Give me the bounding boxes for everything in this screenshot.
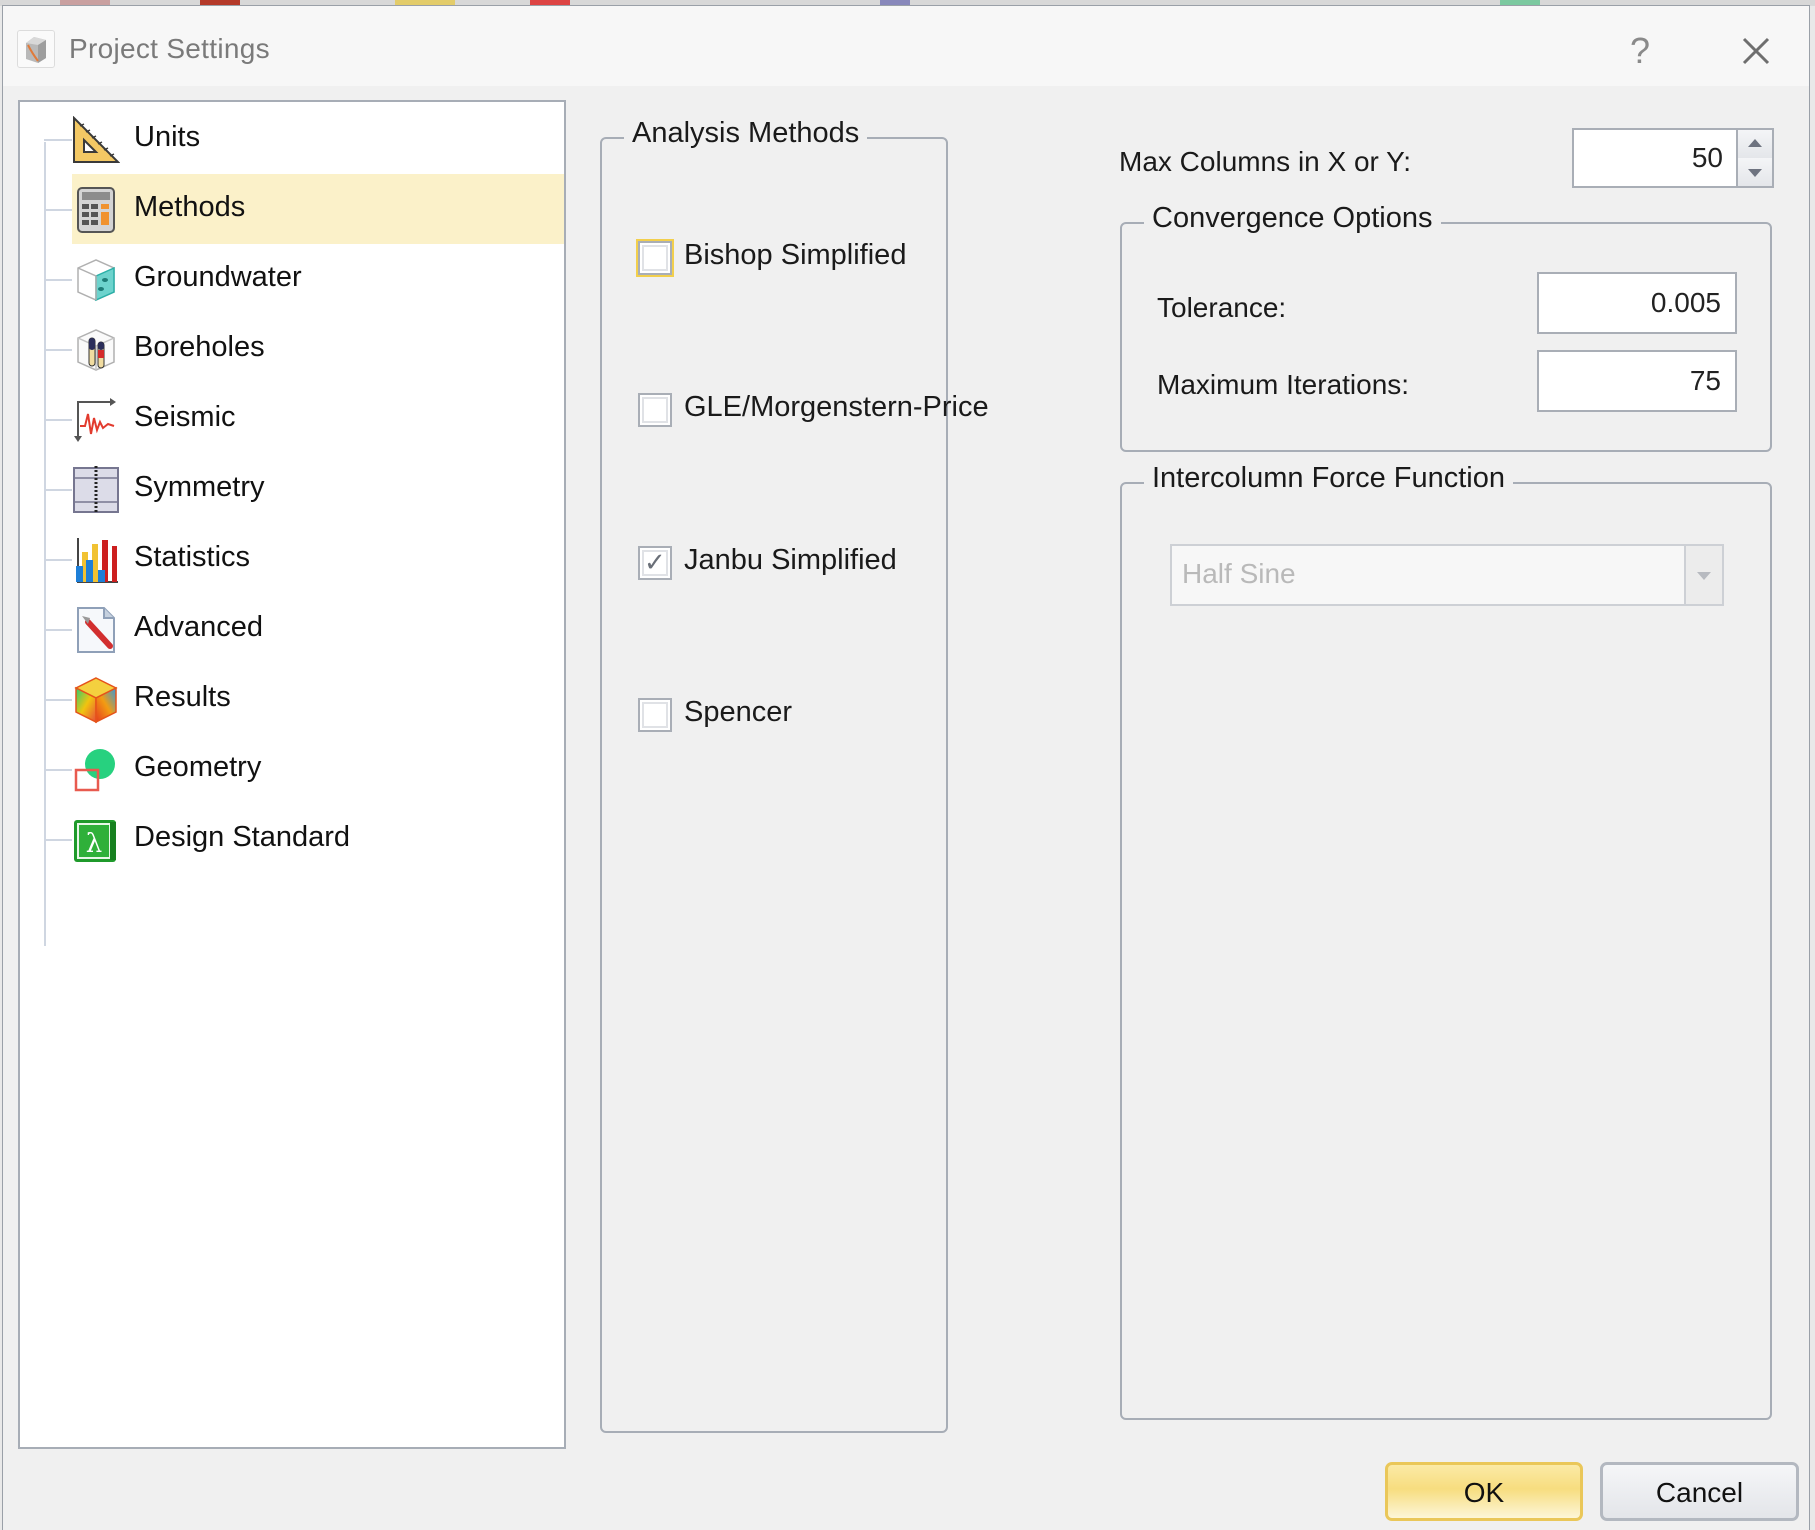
chevron-down-icon (1697, 572, 1711, 580)
lambda-book-icon: λ (74, 820, 116, 862)
checkbox-box[interactable] (636, 239, 674, 277)
sidebar-item-geometry[interactable]: Geometry (20, 734, 564, 804)
intercolumn-force-function-title: Intercolumn Force Function (1144, 462, 1513, 495)
max-columns-spinner (1736, 128, 1774, 188)
sidebar-item-label: Advanced (134, 611, 263, 643)
tree-branch-line (44, 279, 72, 281)
bar-chart-icon (76, 538, 118, 583)
title-bar: Project Settings ? (3, 6, 1809, 86)
calculator-icon (77, 187, 115, 233)
tree-branch-line (44, 489, 72, 491)
dropdown-button[interactable] (1684, 546, 1722, 604)
max-iterations-label: Maximum Iterations: (1157, 369, 1410, 400)
checkbox-box[interactable]: ✓ (638, 546, 672, 580)
tree-branch-line (44, 839, 72, 841)
max-columns-input[interactable]: 50 (1572, 128, 1739, 188)
spin-down-button[interactable] (1738, 158, 1772, 186)
tree-branch-line (44, 769, 72, 771)
project-settings-icon (17, 30, 55, 68)
sidebar-item-label: Results (134, 681, 231, 713)
tree-branch-line (44, 699, 72, 701)
checkbox-label: Janbu Simplified (684, 544, 897, 576)
sidebar-item-methods[interactable]: Methods (20, 174, 564, 244)
seismic-wave-icon (74, 398, 116, 442)
sidebar-item-label: Seismic (134, 401, 236, 433)
settings-tree: Units Methods Groundwater Boreholes Seis… (18, 100, 566, 1449)
spin-up-button[interactable] (1738, 130, 1772, 159)
dialog-title: Project Settings (69, 33, 270, 64)
sidebar-item-statistics[interactable]: Statistics (20, 524, 564, 594)
max-columns-label: Max Columns in X or Y: (1119, 146, 1412, 177)
sidebar-item-label: Geometry (134, 751, 262, 783)
max-iterations-input[interactable]: 75 (1537, 350, 1737, 412)
sidebar-item-label: Units (134, 121, 201, 153)
sidebar-item-label: Boreholes (134, 331, 265, 363)
checkbox-label: Bishop Simplified (684, 239, 907, 271)
sidebar-item-label: Symmetry (134, 471, 265, 503)
borehole-cube-icon (77, 329, 115, 371)
sidebar-item-label: Design Standard (134, 821, 351, 853)
arrow-down-icon (1748, 169, 1762, 177)
set-square-ruler-icon (73, 116, 120, 163)
geometry-shapes-icon (74, 749, 115, 792)
sidebar-item-results[interactable]: Results (20, 664, 564, 734)
sidebar-item-seismic[interactable]: Seismic (20, 384, 564, 454)
checkbox-bishop-simplified[interactable]: Bishop Simplified (636, 239, 938, 279)
help-button[interactable]: ? (1615, 26, 1665, 76)
checkbox-box[interactable] (638, 698, 672, 732)
tree-branch-line (44, 209, 72, 211)
checkbox-box[interactable] (638, 393, 672, 427)
help-icon: ? (1629, 30, 1651, 71)
tree-branch-line (44, 419, 72, 421)
sidebar-item-label: Groundwater (134, 261, 302, 293)
intercolumn-force-function-group: Intercolumn Force Function Half Sine (1120, 462, 1772, 1420)
symmetry-icon (73, 466, 119, 514)
checkmark-icon: ✓ (644, 548, 666, 578)
sidebar-item-groundwater[interactable]: Groundwater (20, 244, 564, 314)
analysis-methods-title: Analysis Methods (624, 117, 868, 150)
selected-function: Half Sine (1182, 558, 1296, 589)
tree-branch-line (44, 629, 72, 631)
checkbox-janbu-simplified[interactable]: ✓ Janbu Simplified (638, 544, 938, 584)
sidebar-item-boreholes[interactable]: Boreholes (20, 314, 564, 384)
checkbox-label: GLE/Morgenstern-Price (684, 391, 989, 423)
sidebar-item-advanced[interactable]: Advanced (20, 594, 564, 664)
wrench-document-icon (77, 607, 115, 653)
tolerance-input[interactable]: 0.005 (1537, 272, 1737, 334)
checkbox-gle-morgenstern-price[interactable]: GLE/Morgenstern-Price (638, 391, 989, 431)
cancel-button[interactable]: Cancel (1600, 1462, 1799, 1521)
sidebar-item-label: Methods (134, 191, 246, 223)
tree-branch-line (44, 559, 72, 561)
arrow-up-icon (1748, 139, 1762, 147)
sidebar-item-label: Statistics (134, 541, 251, 573)
convergence-options-title: Convergence Options (1144, 202, 1441, 235)
sidebar-item-symmetry[interactable]: Symmetry (20, 454, 564, 524)
svg-text:λ: λ (86, 829, 102, 859)
sidebar-item-design-standard[interactable]: λ Design Standard (20, 804, 564, 874)
results-cube-icon (74, 677, 118, 724)
intercolumn-function-select[interactable]: Half Sine (1170, 544, 1724, 606)
water-cube-icon (77, 259, 115, 302)
tree-branch-line (44, 139, 72, 141)
checkbox-spencer[interactable]: Spencer (638, 696, 938, 736)
tree-branch-line (44, 349, 72, 351)
sidebar-item-units[interactable]: Units (20, 104, 564, 174)
analysis-methods-group: Analysis Methods Bishop Simplified GLE/M… (600, 117, 989, 1433)
convergence-options-group: Convergence Options Tolerance: 0.005 Max… (1120, 202, 1772, 452)
close-button[interactable] (1731, 26, 1781, 76)
tolerance-label: Tolerance: (1157, 292, 1287, 323)
checkbox-label: Spencer (684, 696, 793, 728)
project-settings-dialog: Project Settings ? Units Methods Groundw… (2, 5, 1810, 1530)
ok-button[interactable]: OK (1385, 1462, 1583, 1521)
close-icon (1742, 37, 1770, 65)
